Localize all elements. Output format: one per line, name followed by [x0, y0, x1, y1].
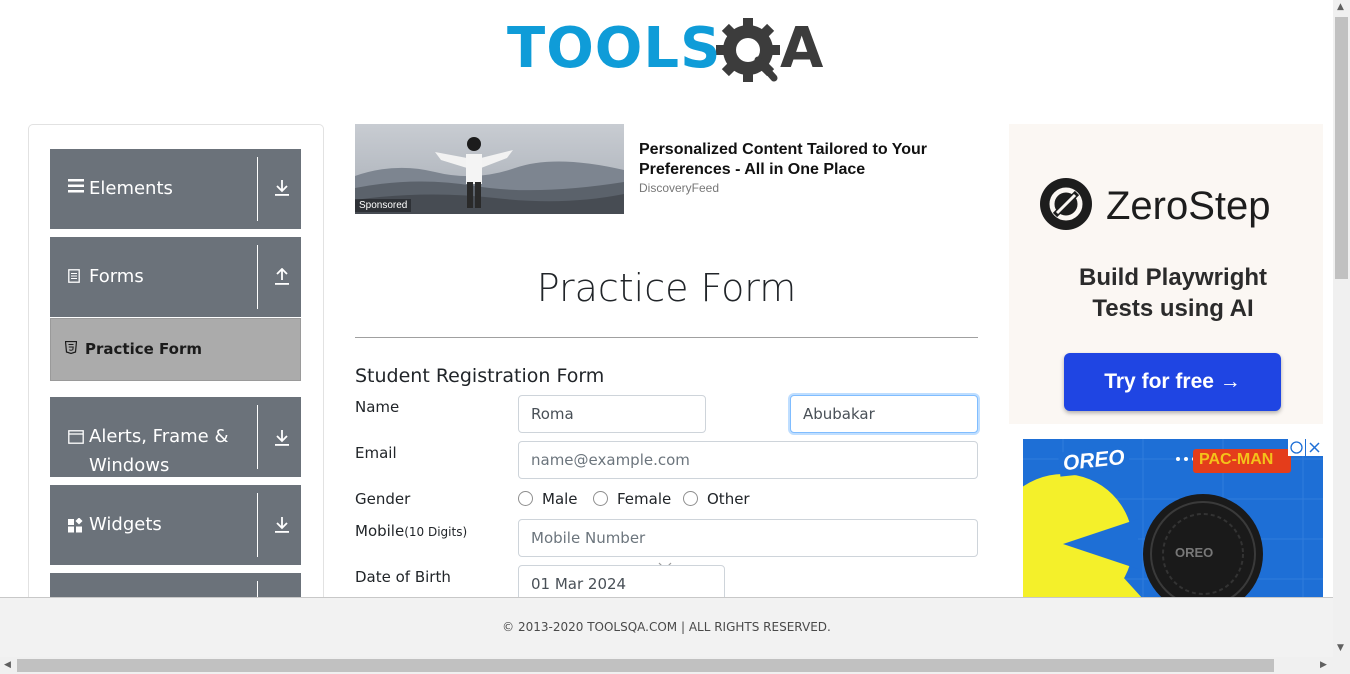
first-name-input[interactable] — [518, 395, 706, 433]
sponsored-label: Sponsored — [355, 199, 412, 212]
sidebar-group-label: Alerts, Frame & Windows — [89, 426, 229, 476]
email-label: Email — [355, 444, 397, 462]
sidebar-group-label: Forms — [89, 266, 144, 287]
horizontal-scrollbar-thumb[interactable] — [17, 659, 1274, 672]
sidebar-group-label: Elements — [89, 178, 173, 199]
footer-copyright: © 2013-2020 TOOLSQA.COM | ALL RIGHTS RES… — [502, 620, 831, 634]
email-input[interactable] — [518, 441, 978, 479]
mobile-label: Mobile(10 Digits) — [355, 522, 467, 540]
sidebar-group-elements[interactable]: Elements — [50, 149, 301, 229]
scroll-down-icon[interactable]: ▼ — [1337, 643, 1344, 653]
last-name-input[interactable] — [790, 395, 978, 433]
gender-radio-other[interactable] — [683, 491, 698, 506]
vertical-scrollbar-thumb[interactable] — [1335, 17, 1348, 279]
divider — [355, 337, 978, 338]
scroll-right-icon[interactable]: ▶ — [1320, 660, 1327, 670]
divider — [257, 245, 258, 309]
sidebar-group-widgets[interactable]: Widgets — [50, 485, 301, 565]
sidebar-group-alerts[interactable]: Alerts, Frame & Windows — [50, 397, 301, 477]
html5-icon — [64, 340, 78, 358]
cookie-text: OREO — [1175, 545, 1214, 560]
zerostep-tagline: Build Playwright Tests using AI — [1023, 262, 1323, 324]
document-icon — [68, 269, 80, 287]
zerostep-logo-icon — [1039, 177, 1093, 235]
upload-arrow-icon — [274, 267, 290, 291]
gender-radio-male[interactable] — [518, 491, 533, 506]
ad-source[interactable]: DiscoveryFeed — [639, 181, 719, 195]
logo-letter: A — [780, 16, 824, 81]
divider — [257, 157, 258, 221]
sidebar-group-label: Widgets — [89, 514, 162, 535]
zerostep-brand: ZeroStep — [1106, 184, 1271, 228]
tagline-line: Tests using AI — [1092, 295, 1254, 322]
name-label: Name — [355, 398, 400, 416]
window-icon — [68, 430, 84, 448]
gear-icon — [716, 18, 780, 82]
oreo-ad[interactable]: OREO PAC-MAN OREO — [1023, 439, 1323, 599]
scroll-up-icon[interactable]: ▲ — [1337, 2, 1344, 12]
sidebar-item-label: Practice Form — [85, 340, 202, 358]
widgets-icon — [68, 517, 83, 537]
gender-label: Gender — [355, 490, 411, 508]
divider — [257, 405, 258, 469]
try-for-free-button[interactable]: Try for free → — [1064, 353, 1281, 411]
mobile-input[interactable] — [518, 519, 978, 557]
scroll-left-icon[interactable]: ◀ — [4, 660, 11, 670]
logo-wordmark: TOOLS — [507, 16, 722, 81]
hamburger-icon — [68, 179, 84, 197]
gender-option-label[interactable]: Female — [617, 490, 671, 508]
sidebar-item-practice-form[interactable]: Practice Form — [50, 318, 301, 381]
mobile-label-text: Mobile — [355, 522, 405, 540]
sidebar-group-forms[interactable]: Forms — [50, 237, 301, 317]
form-heading: Student Registration Form — [355, 365, 605, 387]
ad-headline[interactable]: Personalized Content Tailored to Your Pr… — [639, 140, 1009, 180]
gender-option-label[interactable]: Male — [542, 490, 578, 508]
tagline-line: Build Playwright — [1078, 264, 1267, 291]
pacman-brand: PAC-MAN — [1199, 451, 1274, 468]
mobile-hint: (10 Digits) — [404, 525, 468, 539]
page-title: Practice Form — [536, 266, 797, 310]
download-arrow-icon — [274, 516, 290, 539]
gender-option-label[interactable]: Other — [707, 490, 750, 508]
download-arrow-icon — [274, 429, 290, 452]
download-arrow-icon — [274, 179, 290, 202]
divider — [257, 493, 258, 557]
dob-label: Date of Birth — [355, 568, 451, 586]
gender-radio-female[interactable] — [593, 491, 608, 506]
